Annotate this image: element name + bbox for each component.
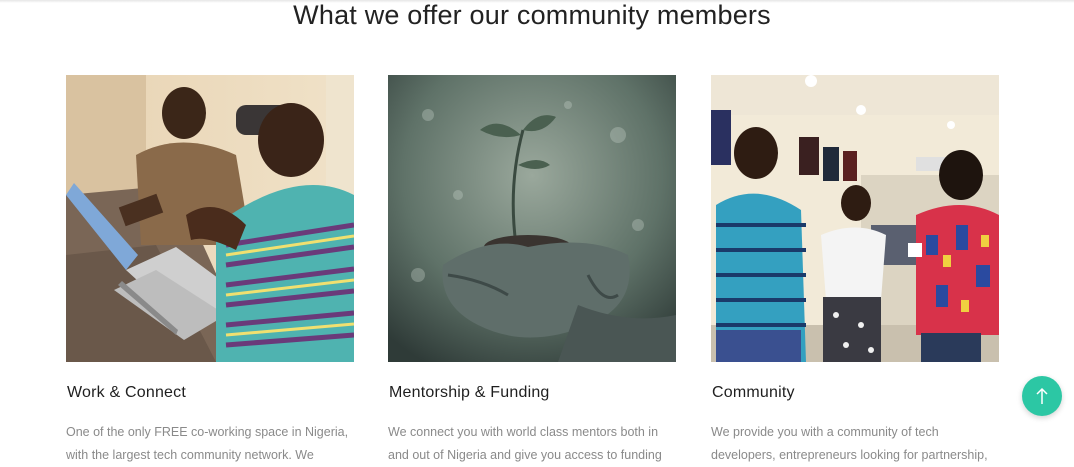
section-title: What we offer our community members xyxy=(293,0,771,30)
community-image xyxy=(711,75,999,362)
card-mentorship-funding: Mentorship & Funding We connect you with… xyxy=(388,75,676,462)
arrow-up-icon xyxy=(1036,387,1048,404)
mentorship-funding-image xyxy=(388,75,676,362)
card-description: We provide you with a community of tech … xyxy=(711,425,988,462)
card-title: Community xyxy=(712,384,795,401)
card-title: Work & Connect xyxy=(67,384,186,401)
card-description: We connect you with world class mentors … xyxy=(388,425,662,462)
card-community: Community We provide you with a communit… xyxy=(711,75,999,462)
scroll-to-top-button[interactable] xyxy=(1022,376,1062,416)
card-work-connect: Work & Connect One of the only FREE co-w… xyxy=(66,75,354,462)
work-connect-image xyxy=(66,75,354,362)
card-description: One of the only FREE co-working space in… xyxy=(66,425,349,462)
page: What we offer our community members Work… xyxy=(0,0,1074,467)
card-title: Mentorship & Funding xyxy=(389,384,550,401)
